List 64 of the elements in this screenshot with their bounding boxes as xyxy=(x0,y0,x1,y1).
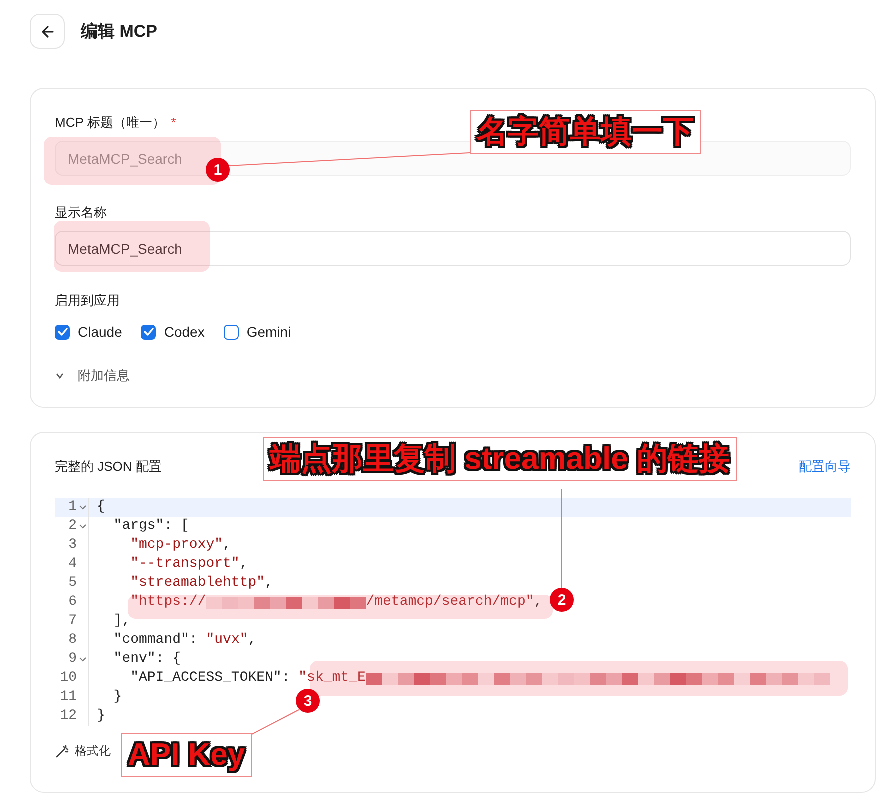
checkbox-label: Gemini xyxy=(246,324,292,340)
check-icon xyxy=(144,328,154,336)
checkbox-label: Claude xyxy=(78,324,122,340)
callout-label: API Key xyxy=(121,733,252,777)
format-button[interactable]: 格式化 xyxy=(55,743,111,760)
number-badge: 2 xyxy=(550,588,574,612)
code-text: : xyxy=(282,669,292,688)
code-text: , xyxy=(265,574,274,593)
line-number: 10 xyxy=(60,669,77,688)
line-number: 9 xyxy=(68,650,77,669)
field-label: 显示名称 xyxy=(55,204,107,222)
code-text: } xyxy=(112,688,122,707)
code-text: "mcp-proxy" xyxy=(130,536,224,555)
field-label: MCP 标题（唯一） xyxy=(55,114,166,132)
panel-title: 完整的 JSON 配置 xyxy=(55,458,162,476)
line-number: 11 xyxy=(60,688,77,707)
line-number: 4 xyxy=(68,555,77,574)
code-text: } xyxy=(97,707,106,726)
code-text: , xyxy=(248,631,257,650)
number-badge: 1 xyxy=(206,158,230,182)
code-text: : [ xyxy=(164,517,190,536)
code-text: : xyxy=(189,631,199,650)
code-text: /metamcp/search/mcp" xyxy=(366,593,534,612)
code-text: , xyxy=(534,593,543,612)
check-icon xyxy=(58,328,68,336)
line-number: 3 xyxy=(68,536,77,555)
code-text: , xyxy=(240,555,248,574)
line-number: 12 xyxy=(60,707,77,726)
leader-line xyxy=(250,710,300,736)
code-text: "env" xyxy=(112,650,156,669)
code-text: "API_ACCESS_TOKEN" xyxy=(130,669,282,688)
collapsible-toggle[interactable]: 附加信息 xyxy=(78,367,130,385)
code-text: "uvx" xyxy=(206,631,248,650)
magic-wand-icon xyxy=(55,744,69,758)
line-number: 1 xyxy=(68,498,77,517)
checkbox-label: Codex xyxy=(164,324,205,340)
code-text: { xyxy=(97,498,106,517)
wizard-link[interactable]: 配置向导 xyxy=(799,458,851,476)
checkbox[interactable] xyxy=(55,324,70,340)
section-label: 启用到应用 xyxy=(55,292,121,310)
callout-label: 端点那里复制 streamable 的链接 xyxy=(263,437,737,481)
checkbox[interactable] xyxy=(141,324,156,340)
code-text: "streamablehttp" xyxy=(130,574,266,593)
line-number: 8 xyxy=(68,631,77,650)
back-button[interactable] xyxy=(30,14,65,49)
callout-label: 名字简单填一下 xyxy=(470,110,701,154)
text-field[interactable]: MetaMCP_Search xyxy=(55,231,851,266)
line-number: 5 xyxy=(68,574,77,593)
required-mark: * xyxy=(171,114,176,132)
line-number: 6 xyxy=(68,593,77,612)
code-text: "sk_mt_E xyxy=(298,669,366,688)
code-text: "args" xyxy=(112,517,164,536)
page-title: 编辑 MCP xyxy=(81,21,158,43)
code-text: "command" xyxy=(112,631,190,650)
arrow-left-icon xyxy=(40,24,54,38)
code-text: , xyxy=(223,536,232,555)
line-number: 7 xyxy=(68,612,77,631)
checkbox[interactable] xyxy=(224,324,239,340)
code-text: "https:// xyxy=(130,593,206,612)
line-number: 2 xyxy=(68,517,77,536)
code-text: : { xyxy=(156,650,182,669)
code-text: ], xyxy=(112,612,131,631)
code-text: "--transport" xyxy=(130,555,240,574)
number-badge: 3 xyxy=(296,689,320,713)
